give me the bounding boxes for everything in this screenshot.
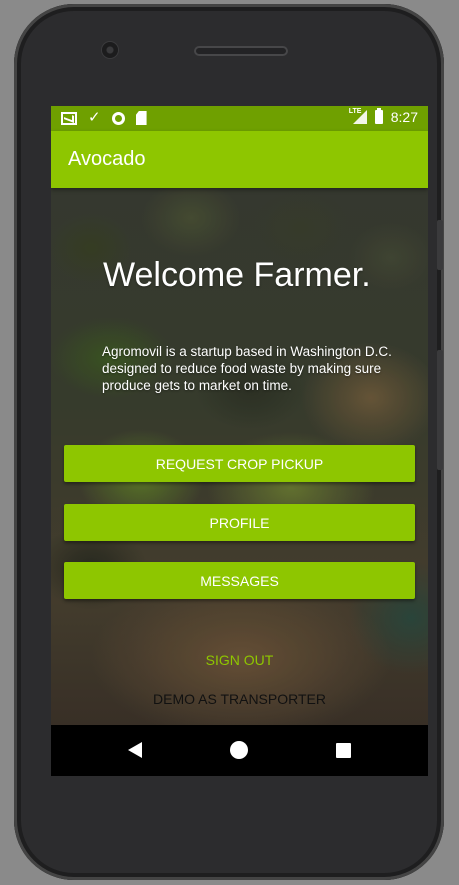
- power-button: [437, 350, 443, 470]
- battery-icon: [374, 108, 383, 124]
- request-crop-pickup-button[interactable]: REQUEST CROP PICKUP: [64, 445, 415, 482]
- recents-icon[interactable]: [336, 743, 351, 758]
- status-time: 8:27: [390, 109, 418, 125]
- status-system-icons: LTE 8:27: [349, 108, 418, 125]
- demo-as-transporter-button[interactable]: DEMO AS TRANSPORTER: [51, 691, 428, 707]
- navigation-bar: [51, 725, 428, 776]
- signal-icon: LTE: [349, 108, 367, 124]
- home-icon[interactable]: [230, 741, 248, 759]
- status-notification-icons: ✓: [61, 109, 147, 126]
- screen: ✓ LTE 8:27 Avocado Welcome Farmer. Agrom…: [51, 106, 428, 776]
- front-camera: [102, 42, 118, 58]
- mail-icon: [61, 111, 77, 125]
- circle-icon: [111, 111, 125, 125]
- earpiece-speaker: [194, 46, 288, 56]
- profile-button[interactable]: PROFILE: [64, 504, 415, 541]
- app-title: Avocado: [68, 148, 146, 170]
- sd-card-icon: [135, 111, 147, 125]
- volume-button: [437, 220, 443, 270]
- app-bar: Avocado: [51, 131, 428, 188]
- phone-frame: ✓ LTE 8:27 Avocado Welcome Farmer. Agrom…: [14, 4, 444, 880]
- messages-button[interactable]: MESSAGES: [64, 562, 415, 599]
- welcome-heading: Welcome Farmer.: [103, 256, 371, 294]
- description-text: Agromovil is a startup based in Washingt…: [102, 344, 392, 393]
- sign-out-button[interactable]: SIGN OUT: [51, 652, 428, 668]
- download-done-icon: ✓: [88, 109, 101, 126]
- status-bar: ✓ LTE 8:27: [51, 106, 428, 131]
- back-icon[interactable]: [128, 742, 142, 758]
